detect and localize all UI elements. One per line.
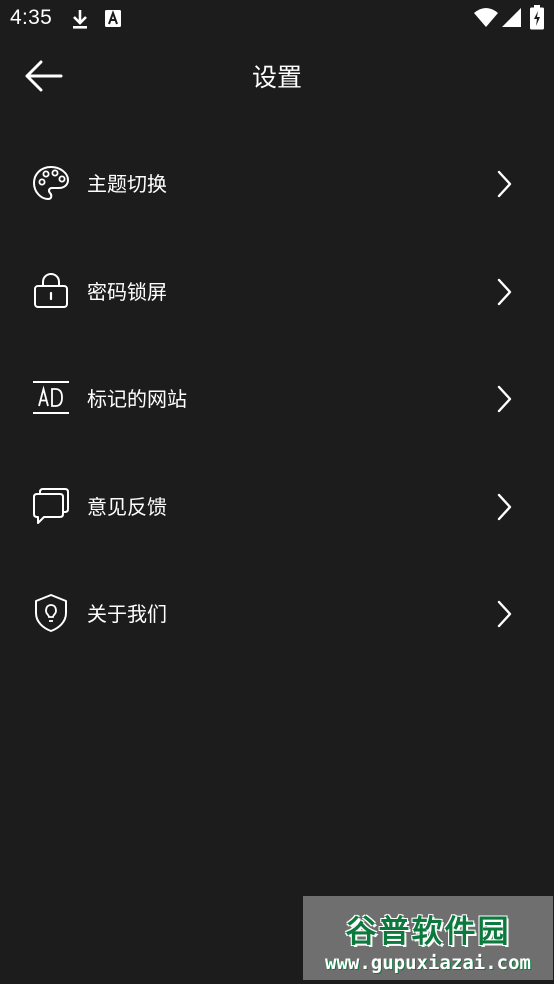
chevron-right-icon: [497, 385, 512, 413]
menu-label-feedback: 意见反馈: [87, 494, 167, 519]
status-bar: 4:35: [0, 0, 554, 38]
menu-item-about-us[interactable]: 关于我们: [0, 560, 554, 668]
signal-icon: [502, 8, 521, 31]
watermark-title: 谷普软件园: [345, 914, 511, 950]
menu-label-marked-sites: 标记的网站: [87, 387, 187, 411]
a-notification-icon: [105, 10, 121, 31]
app-bar: 设置: [0, 38, 554, 114]
battery-charging-icon: [530, 5, 544, 34]
feedback-icon: [33, 487, 69, 524]
menu-item-feedback[interactable]: 意见反馈: [0, 453, 554, 561]
menu-label-password-lock: 密码锁屏: [87, 279, 167, 304]
chevron-right-icon: [497, 170, 512, 198]
chevron-right-icon: [497, 278, 512, 305]
menu-item-password-lock[interactable]: 密码锁屏: [0, 238, 554, 346]
shield-info-icon: [35, 594, 67, 632]
download-icon: [70, 8, 90, 34]
wifi-icon: [474, 8, 498, 32]
menu-label-about-us: 关于我们: [87, 602, 167, 626]
menu-item-marked-sites[interactable]: 标记的网站: [0, 345, 554, 453]
settings-menu: 主题切换 密码锁屏 标记的网站 意见反馈 关于我们: [0, 130, 554, 668]
watermark: 谷普软件园 www.gupuxiazai.com: [303, 896, 553, 980]
palette-icon: [32, 165, 70, 201]
status-time: 4:35: [10, 6, 53, 29]
menu-item-theme-switch[interactable]: 主题切换: [0, 130, 554, 238]
chevron-right-icon: [497, 493, 512, 520]
lock-icon: [34, 272, 68, 308]
page-title: 设置: [251, 63, 302, 92]
ad-icon: [33, 381, 69, 414]
watermark-url: www.gupuxiazai.com: [325, 952, 531, 974]
chevron-right-icon: [497, 600, 512, 628]
menu-label-theme-switch: 主题切换: [87, 172, 167, 196]
